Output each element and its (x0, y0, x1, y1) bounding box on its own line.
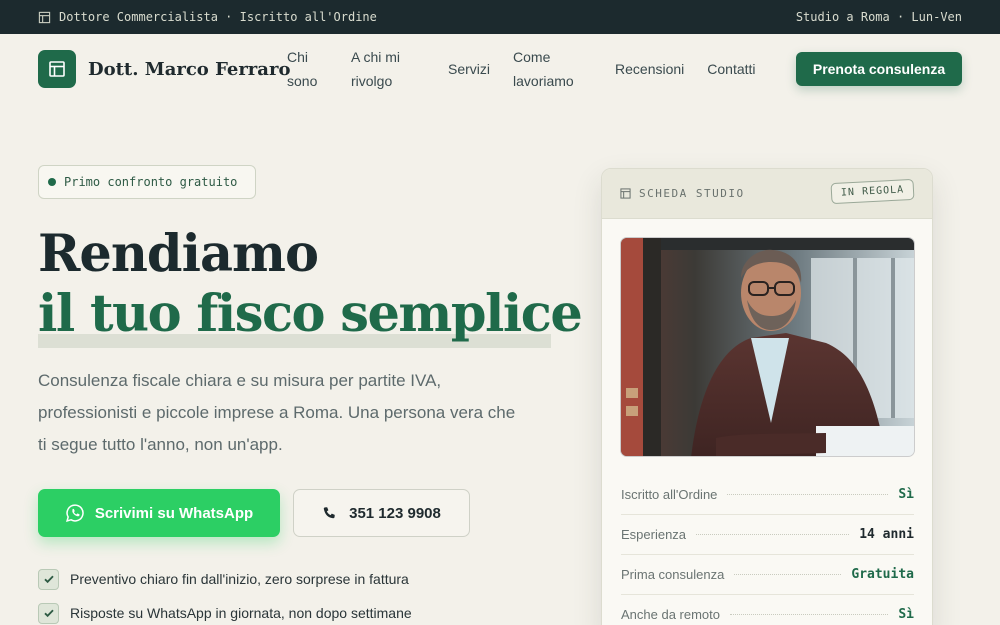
nav-label: sono (287, 73, 318, 89)
fact-value: Sì (898, 487, 914, 502)
leader-line (730, 614, 889, 615)
nav-menu: Chi sono A chi mi rivolgo Servizi Come lavo… (287, 34, 756, 104)
card-title: SCHEDA STUDIO (639, 187, 745, 200)
studio-card: SCHEDA STUDIO IN REGOLA Iscritto all'Ord… (601, 168, 933, 625)
fact-row: Esperienza 14 anni (621, 515, 914, 555)
nav-item-a-chi-mi-rivolgo[interactable]: A chi mi rivolgo (351, 45, 411, 93)
nav-item-recensioni[interactable]: Recensioni (615, 57, 684, 81)
status-dot (48, 178, 56, 186)
fact-row: Iscritto all'Ordine Sì (621, 475, 914, 515)
benefit-text: Risposte su WhatsApp in giornata, non do… (70, 605, 412, 621)
topbar-left-text: Dottore Commercialista · Iscritto all'Or… (59, 10, 377, 24)
nav-item-contatti[interactable]: Contatti (707, 57, 755, 81)
nav-label: lavoriamo (513, 73, 574, 89)
nav-label: A chi mi (351, 49, 401, 65)
nav-label: Chi (287, 49, 309, 65)
leader-line (734, 574, 842, 575)
fact-label: Prima consulenza (621, 567, 725, 582)
checkmark-icon (38, 602, 59, 624)
book-consultation-button[interactable]: Prenota consulenza (796, 52, 962, 86)
nav-item-chi-sono[interactable]: Chi sono (287, 45, 333, 93)
benefit-text: Preventivo chiaro fin dall'inizio, zero … (70, 571, 409, 587)
portrait-photo (620, 237, 915, 457)
nav-label: Servizi (448, 61, 491, 77)
logo[interactable] (38, 50, 76, 88)
benefits-list: Preventivo chiaro fin dall'inizio, zero … (38, 568, 412, 625)
topbar-right-text: Studio a Roma · Lun-Ven (795, 10, 962, 24)
fact-value: Gratuita (851, 567, 914, 582)
hero-title-line-1: Rendiamo (38, 224, 319, 284)
brand-name[interactable]: Dott. Marco Ferraro (88, 59, 290, 80)
fact-label: Anche da remoto (621, 607, 721, 622)
hero-description: Consulenza fiscale chiara e su misura pe… (38, 371, 516, 454)
phone-number: 351 123 9908 (349, 504, 441, 522)
free-first-meeting-badge: Primo confronto gratuito (38, 165, 256, 199)
list-item: Risposte su WhatsApp in giornata, non do… (38, 602, 412, 624)
main-navigation: Dott. Marco Ferraro Chi sono A chi mi rivo… (0, 34, 1000, 104)
nav-label: Recensioni (615, 61, 685, 77)
whatsapp-icon (65, 504, 84, 522)
fact-label: Iscritto all'Ordine (621, 487, 718, 502)
nav-label: rivolgo (351, 73, 393, 89)
status-stamp: IN REGOLA (830, 178, 915, 205)
top-info-bar: Dottore Commercialista · Iscritto all'Or… (0, 0, 1000, 34)
hero-title-line-2: il tuo fisco semplice (38, 284, 583, 344)
whatsapp-button-label: Scrivimi su WhatsApp (94, 504, 254, 522)
nav-label: Come (513, 49, 551, 65)
studio-facts: Iscritto all'Ordine Sì Esperienza 14 ann… (621, 475, 914, 625)
card-header: SCHEDA STUDIO IN REGOLA (602, 169, 932, 219)
fact-label: Esperienza (621, 527, 687, 542)
badge-label: Primo confronto gratuito (64, 175, 238, 189)
leader-line (727, 494, 889, 495)
fact-row: Anche da remoto Sì (621, 595, 914, 625)
building-icon (620, 188, 631, 199)
checkmark-icon (38, 568, 59, 590)
phone-button[interactable]: 351 123 9908 (293, 489, 470, 537)
building-icon (38, 11, 51, 23)
whatsapp-button[interactable]: Scrivimi su WhatsApp (38, 489, 280, 537)
nav-item-servizi[interactable]: Servizi (448, 57, 490, 81)
nav-label: Contatti (707, 61, 756, 77)
fact-value: Sì (898, 607, 914, 622)
fact-row: Prima consulenza Gratuita (621, 555, 914, 595)
phone-icon (323, 506, 335, 518)
list-item: Preventivo chiaro fin dall'inizio, zero … (38, 568, 412, 590)
leader-line (696, 534, 850, 535)
fact-value: 14 anni (859, 527, 914, 542)
nav-item-come-lavoriamo[interactable]: Come lavoriamo (513, 45, 593, 93)
building-icon (49, 61, 65, 77)
